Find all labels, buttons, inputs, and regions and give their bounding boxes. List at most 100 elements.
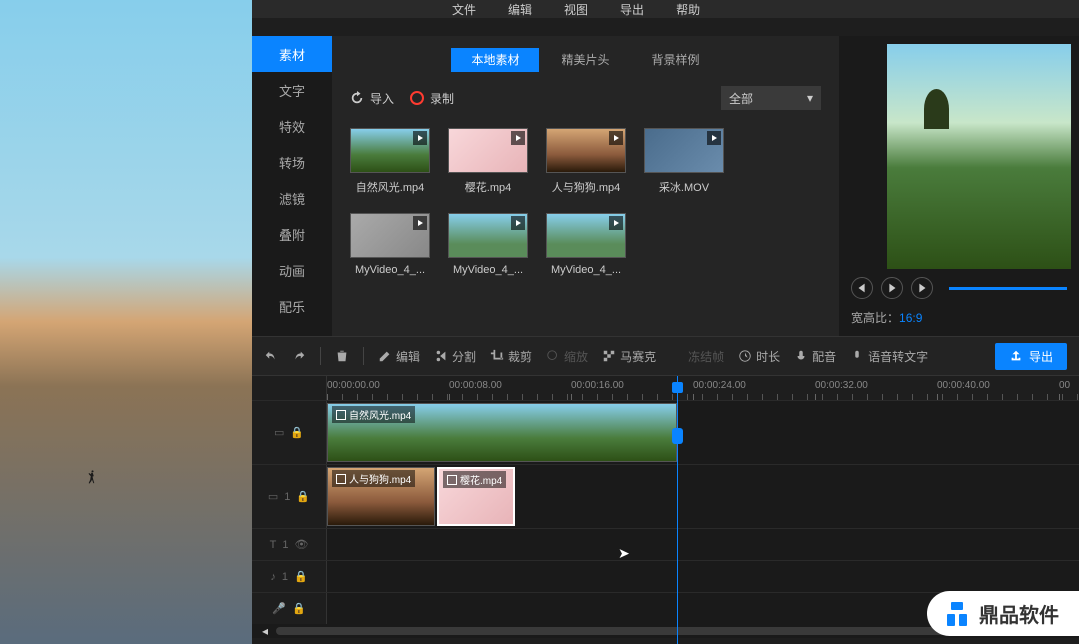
- filter-dropdown[interactable]: 全部 ▾: [721, 86, 821, 110]
- mtab-intro[interactable]: 精美片头: [541, 48, 629, 72]
- split-button[interactable]: 分割: [434, 348, 476, 365]
- watermark: 鼎品软件: [927, 591, 1079, 636]
- timeline-toolbar: 编辑 分割 裁剪 缩放 马赛克 冻结帧 时长 配音 语音转文字 导出: [252, 336, 1079, 376]
- sidebar-animation[interactable]: 动画: [252, 252, 332, 288]
- play-badge-icon: [511, 216, 525, 230]
- media-thumb: [350, 128, 430, 173]
- menu-help[interactable]: 帮助: [676, 1, 700, 18]
- play-badge-icon: [707, 131, 721, 145]
- undo-button[interactable]: [264, 349, 278, 363]
- export-button[interactable]: 导出: [995, 343, 1067, 370]
- duration-button[interactable]: 时长: [738, 348, 780, 365]
- preview-video[interactable]: [887, 44, 1071, 269]
- media-item-3[interactable]: 采冰.MOV: [644, 128, 724, 195]
- progress-bar[interactable]: [949, 287, 1067, 290]
- sidebar-music[interactable]: 配乐: [252, 288, 332, 324]
- media-item-6[interactable]: MyVideo_4_...: [546, 213, 626, 276]
- sidebar-overlay[interactable]: 叠附: [252, 216, 332, 252]
- aspect-label: 宽高比：: [851, 311, 899, 325]
- mouse-cursor: ➤: [618, 545, 630, 562]
- record-button[interactable]: 录制: [410, 90, 454, 107]
- mtab-bg[interactable]: 背景样例: [632, 48, 720, 72]
- media-panel: 本地素材 精美片头 背景样例 导入 录制 全部 ▾ 自然风光.mp4 樱花.mp4…: [332, 36, 839, 336]
- lock-icon[interactable]: 🔒: [294, 570, 308, 583]
- delete-button[interactable]: [335, 349, 349, 363]
- text-track-icon: T: [270, 539, 277, 551]
- track-text-head[interactable]: T1👁: [252, 529, 327, 560]
- sidebar-media[interactable]: 素材: [252, 36, 332, 72]
- stt-button[interactable]: 语音转文字: [850, 348, 928, 365]
- crop-button[interactable]: 裁剪: [490, 348, 532, 365]
- menu-edit[interactable]: 编辑: [508, 1, 532, 18]
- media-item-5[interactable]: MyVideo_4_...: [448, 213, 528, 276]
- media-thumb: [546, 213, 626, 258]
- clip-v1[interactable]: 自然风光.mp4: [327, 403, 677, 462]
- clip-v2a[interactable]: 人与狗狗.mp4: [327, 467, 435, 526]
- freeze-button[interactable]: 冻结帧: [670, 348, 724, 365]
- track-audio-head[interactable]: ♪1🔒: [252, 561, 327, 592]
- playhead[interactable]: [677, 376, 678, 644]
- ruler[interactable]: 00:00:00.0000:00:08.0000:00:16.0000:00:2…: [327, 376, 1079, 400]
- clip-v2a-label: 人与狗狗.mp4: [332, 470, 415, 487]
- media-item-1[interactable]: 樱花.mp4: [448, 128, 528, 195]
- sidebar-text[interactable]: 文字: [252, 72, 332, 108]
- sidebar: 素材 文字 特效 转场 滤镜 叠附 动画 配乐: [252, 36, 332, 336]
- track-v2-head[interactable]: ▭1🔒: [252, 465, 327, 528]
- prev-frame-button[interactable]: [851, 277, 873, 299]
- menu-file[interactable]: 文件: [452, 1, 476, 18]
- ruler-tick: 00:00:00.00: [327, 380, 380, 391]
- menu-bar: 文件 编辑 视图 导出 帮助: [252, 0, 1079, 18]
- sidebar-transition[interactable]: 转场: [252, 144, 332, 180]
- redo-button[interactable]: [292, 349, 306, 363]
- media-item-0[interactable]: 自然风光.mp4: [350, 128, 430, 195]
- scroll-left-icon[interactable]: ◂: [262, 624, 268, 638]
- play-badge-icon: [609, 216, 623, 230]
- import-label: 导入: [370, 90, 394, 107]
- watermark-logo-icon: [943, 600, 971, 628]
- media-item-2[interactable]: 人与狗狗.mp4: [546, 128, 626, 195]
- play-button[interactable]: [881, 277, 903, 299]
- play-badge-icon: [413, 216, 427, 230]
- clip-v2b[interactable]: 樱花.mp4: [437, 467, 515, 526]
- mtab-local[interactable]: 本地素材: [451, 48, 539, 72]
- timeline-menu-button[interactable]: [252, 376, 327, 400]
- sidebar-effects[interactable]: 特效: [252, 108, 332, 144]
- preview-panel: 宽高比：16:9: [839, 36, 1079, 336]
- play-badge-icon: [511, 131, 525, 145]
- voice-button[interactable]: 配音: [794, 348, 836, 365]
- next-frame-button[interactable]: [911, 277, 933, 299]
- lock-icon[interactable]: 🔒: [290, 426, 304, 439]
- music-track-icon: ♪: [270, 571, 276, 583]
- lock-icon[interactable]: 🔒: [292, 602, 306, 615]
- aspect-value[interactable]: 16:9: [899, 311, 922, 325]
- ruler-tick: 00: [1059, 380, 1070, 391]
- play-badge-icon: [413, 131, 427, 145]
- track-mic-head[interactable]: 🎤🔒: [252, 593, 327, 624]
- media-thumb: [546, 128, 626, 173]
- sidebar-filter[interactable]: 滤镜: [252, 180, 332, 216]
- ruler-tick: 00:00:40.00: [937, 380, 990, 391]
- media-item-4[interactable]: MyVideo_4_...: [350, 213, 430, 276]
- import-button[interactable]: 导入: [350, 90, 394, 107]
- menu-view[interactable]: 视图: [564, 1, 588, 18]
- play-badge-icon: [609, 131, 623, 145]
- ruler-tick: 00:00:16.00: [571, 380, 624, 391]
- chevron-down-icon: ▾: [807, 91, 813, 105]
- mosaic-button[interactable]: 马赛克: [602, 348, 656, 365]
- watermark-text: 鼎品软件: [979, 599, 1059, 628]
- record-icon: [410, 91, 424, 105]
- media-name: 樱花.mp4: [448, 179, 528, 195]
- track-v1-head[interactable]: ▭🔒: [252, 401, 327, 464]
- clip-v2b-label: 樱花.mp4: [443, 471, 506, 488]
- media-name: MyVideo_4_...: [546, 264, 626, 276]
- media-thumb: [448, 213, 528, 258]
- zoom-button[interactable]: 缩放: [546, 348, 588, 365]
- runner-silhouette: [85, 470, 135, 550]
- media-name: MyVideo_4_...: [448, 264, 528, 276]
- edit-button[interactable]: 编辑: [378, 348, 420, 365]
- ruler-tick: 00:00:32.00: [815, 380, 868, 391]
- media-name: 人与狗狗.mp4: [546, 179, 626, 195]
- eye-icon[interactable]: 👁: [294, 538, 308, 551]
- lock-icon[interactable]: 🔒: [296, 490, 310, 503]
- menu-export[interactable]: 导出: [620, 1, 644, 18]
